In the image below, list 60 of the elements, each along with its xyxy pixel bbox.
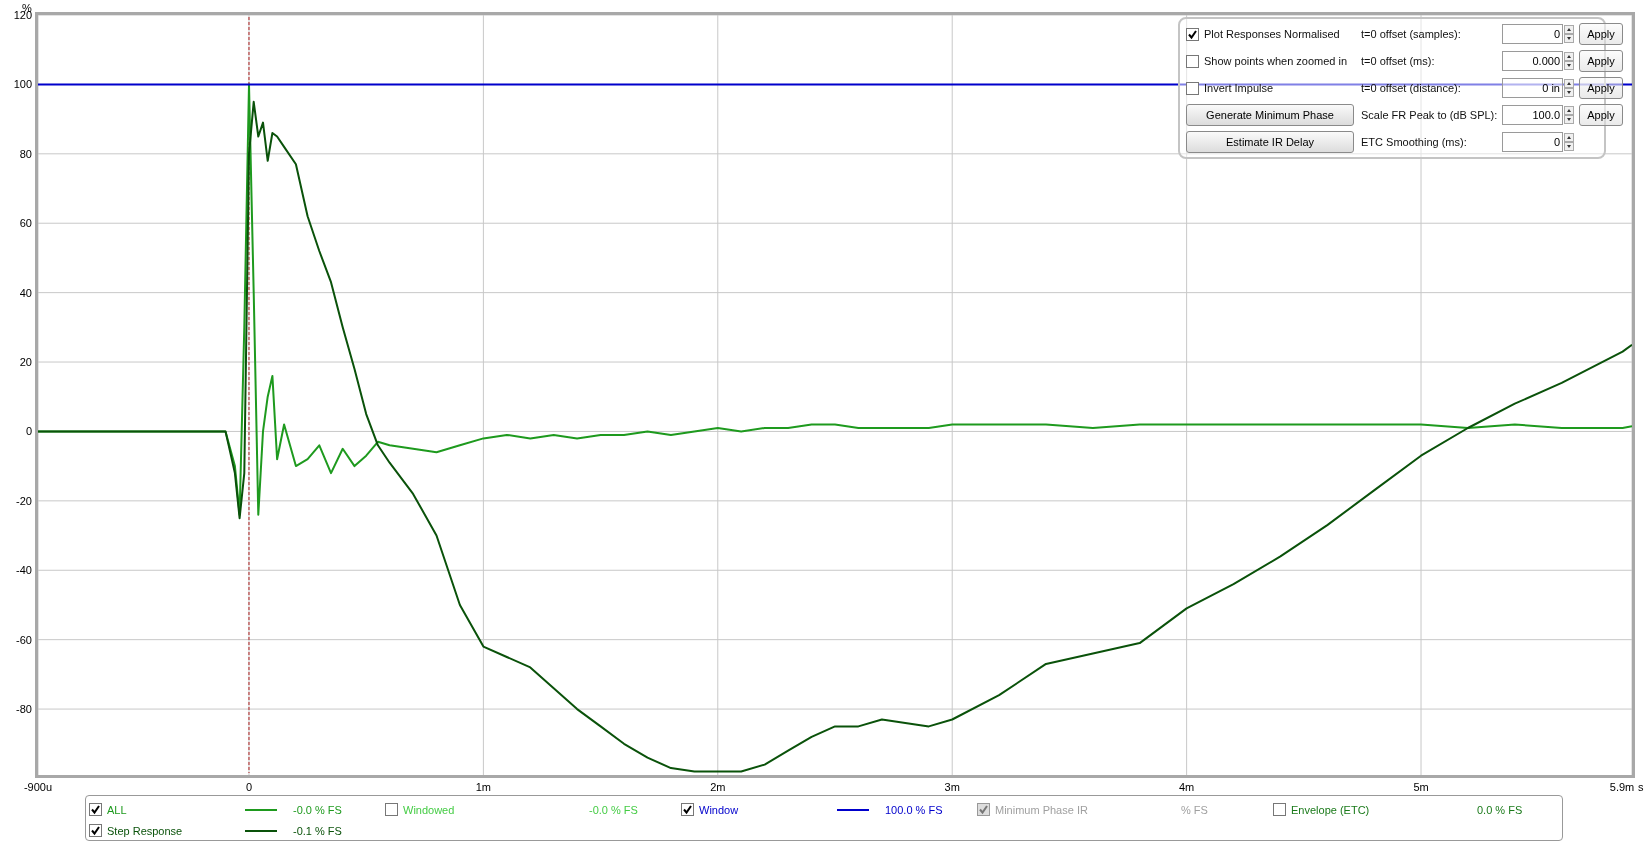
tick-label: 1m bbox=[475, 781, 491, 792]
field-label: ETC Smoothing (ms): bbox=[1361, 136, 1468, 148]
spin-field[interactable]: 0 bbox=[1502, 132, 1563, 152]
spinner-arrows-icon[interactable] bbox=[1564, 25, 1574, 43]
checkbox-label: Invert Impulse bbox=[1204, 82, 1274, 94]
apply-button[interactable]: Apply bbox=[1579, 77, 1623, 99]
apply-button[interactable]: Apply bbox=[1579, 23, 1623, 45]
legend-label: ALL bbox=[107, 803, 128, 816]
tick-label: -20 bbox=[16, 494, 32, 507]
legend-label: Window bbox=[699, 803, 740, 816]
legend-reading: 0.0 % FS bbox=[1477, 803, 1523, 816]
axis-unit: s bbox=[1638, 781, 1644, 792]
field-label: Scale FR Peak to (dB SPL): bbox=[1361, 109, 1497, 121]
spinner-arrows-icon[interactable] bbox=[1564, 79, 1574, 97]
tick-label: 60 bbox=[19, 217, 32, 230]
tick-label: 40 bbox=[19, 286, 32, 299]
tick-label: 80 bbox=[19, 147, 32, 160]
checkbox-label: Show points when zoomed in bbox=[1204, 55, 1348, 67]
field-label: t=0 offset (distance): bbox=[1361, 82, 1462, 94]
checkbox[interactable] bbox=[681, 803, 694, 816]
spin-field[interactable]: 0.000 bbox=[1502, 51, 1563, 71]
tick-label: -40 bbox=[16, 564, 32, 577]
field-label: t=0 offset (ms): bbox=[1361, 55, 1436, 67]
action-button[interactable]: Generate Minimum Phase bbox=[1186, 104, 1354, 126]
tick-label: 3m bbox=[944, 781, 960, 792]
legend-label: Envelope (ETC) bbox=[1291, 803, 1371, 816]
tick-label: -80 bbox=[16, 703, 32, 716]
checkbox[interactable] bbox=[385, 803, 398, 816]
checkbox[interactable] bbox=[1273, 803, 1286, 816]
spinner-arrows-icon[interactable] bbox=[1564, 106, 1574, 124]
legend-reading: -0.0 % FS bbox=[589, 803, 638, 816]
checkbox[interactable] bbox=[89, 803, 102, 816]
checkbox[interactable] bbox=[89, 824, 102, 837]
legend-reading: 100.0 % FS bbox=[885, 803, 943, 816]
tick-label: 20 bbox=[19, 356, 32, 369]
tick-label: 5m bbox=[1413, 781, 1429, 792]
tick-label: 4m bbox=[1179, 781, 1195, 792]
tick-label: 0 bbox=[245, 781, 253, 792]
tick-label: -60 bbox=[16, 633, 32, 646]
tick-label: 100 bbox=[13, 78, 32, 91]
legend-reading: % FS bbox=[1181, 803, 1208, 816]
action-button[interactable]: Estimate IR Delay bbox=[1186, 131, 1354, 153]
tick-label: 5.9m bbox=[1609, 781, 1635, 792]
tick-label: -900u bbox=[23, 781, 53, 792]
legend-label: Step Response bbox=[107, 824, 184, 837]
tick-label: 0 bbox=[25, 425, 32, 438]
legend-label: Windowed bbox=[403, 803, 456, 816]
apply-button[interactable]: Apply bbox=[1579, 50, 1623, 72]
legend-reading: -0.0 % FS bbox=[293, 803, 342, 816]
tick-label: 2m bbox=[710, 781, 726, 792]
spin-field[interactable]: 100.0 bbox=[1502, 105, 1563, 125]
legend-reading: -0.1 % FS bbox=[293, 824, 342, 837]
checkbox-label: Plot Responses Normalised bbox=[1204, 28, 1340, 40]
legend-label: Minimum Phase IR bbox=[995, 803, 1089, 816]
spin-field[interactable]: 0 in bbox=[1502, 78, 1563, 98]
apply-button[interactable]: Apply bbox=[1579, 104, 1623, 126]
spin-field[interactable]: 0 bbox=[1502, 24, 1563, 44]
field-label: t=0 offset (samples): bbox=[1361, 28, 1462, 40]
spinner-arrows-icon[interactable] bbox=[1564, 133, 1574, 151]
spinner-arrows-icon[interactable] bbox=[1564, 52, 1574, 70]
